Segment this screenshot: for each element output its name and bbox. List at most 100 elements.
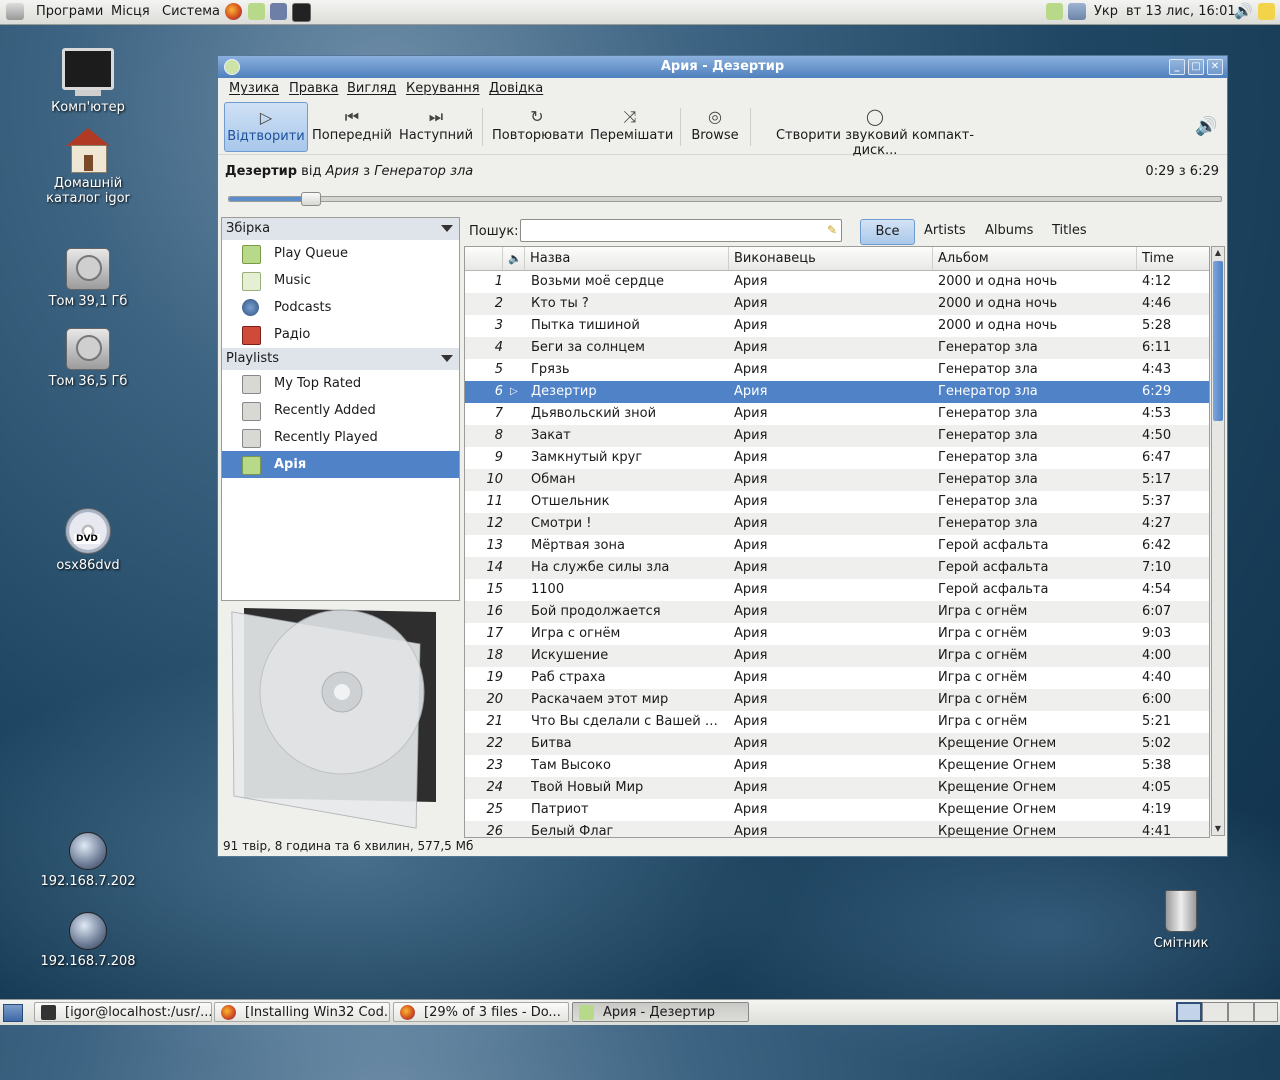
track-row[interactable]: 26 Белый Флаг Ария Крещение Огнем 4:41	[465, 821, 1209, 837]
menu-system[interactable]: Система	[162, 4, 220, 19]
seek-slider[interactable]	[228, 192, 1222, 206]
menu-applications[interactable]: Програми	[36, 4, 103, 19]
taskbar-item-rhythmbox[interactable]: Ария - Дезертир	[572, 1002, 749, 1022]
show-desktop-icon[interactable]	[3, 1004, 23, 1022]
track-row[interactable]: 25 Патриот Ария Крещение Огнем 4:19	[465, 799, 1209, 821]
track-row[interactable]: 3 Пытка тишиной Ария 2000 и одна ночь 5:28	[465, 315, 1209, 337]
keyboard-layout[interactable]: Укр	[1094, 4, 1118, 19]
track-row[interactable]: 8 Закат Ария Генератор зла 4:50	[465, 425, 1209, 447]
track-list-scrollbar[interactable]: ▲ ▼	[1211, 246, 1225, 836]
column-artist[interactable]: Виконавець	[729, 247, 933, 270]
track-row[interactable]: 5 Грязь Ария Генератор зла 4:43	[465, 359, 1209, 381]
desktop-icon-home[interactable]: Домашній каталог igor	[18, 128, 158, 206]
clear-search-icon[interactable]: ✎	[827, 223, 837, 237]
track-row[interactable]: 24 Твой Новый Мир Ария Крещение Огнем 4:05	[465, 777, 1209, 799]
track-row[interactable]: 18 Искушение Ария Игра с огнём 4:00	[465, 645, 1209, 667]
workspace-4[interactable]	[1254, 1002, 1278, 1022]
taskbar-item-firefox-1[interactable]: [Installing Win32 Cod...	[214, 1002, 390, 1022]
filter-titles-button[interactable]: Titles	[1046, 219, 1093, 243]
desktop-icon-computer[interactable]: Комп'ютер	[18, 48, 158, 115]
menu-view[interactable]: Вигляд	[347, 81, 396, 96]
desktop-icon-volume-2[interactable]: Том 36,5 Гб	[18, 328, 158, 389]
column-playing[interactable]: 🔈	[503, 247, 525, 270]
track-row[interactable]: 16 Бой продолжается Ария Игра с огнём 6:07	[465, 601, 1209, 623]
music-launcher-icon[interactable]	[248, 3, 265, 20]
scroll-down-arrow-icon[interactable]: ▼	[1212, 823, 1224, 835]
column-time[interactable]: Time	[1137, 247, 1209, 270]
firefox-launcher-icon[interactable]	[225, 3, 242, 20]
shuffle-button[interactable]: ⤨ Перемішати	[590, 102, 673, 150]
track-row[interactable]: 12 Смотри ! Ария Генератор зла 4:27	[465, 513, 1209, 535]
scroll-up-arrow-icon[interactable]: ▲	[1212, 247, 1224, 259]
window-titlebar[interactable]: Ария - Дезертир _ □ ✕	[218, 56, 1227, 78]
workspace-3[interactable]	[1228, 1002, 1254, 1022]
track-row[interactable]: 15 1100 Ария Герой асфальта 4:54	[465, 579, 1209, 601]
playlists-header[interactable]: Playlists	[222, 348, 459, 370]
launcher-icon[interactable]	[270, 3, 287, 20]
track-row[interactable]: 14 На службе силы зла Ария Герой асфальта 7:…	[465, 557, 1209, 579]
track-row[interactable]: 4 Беги за солнцем Ария Генератор зла 6:11	[465, 337, 1209, 359]
menu-help[interactable]: Довідка	[489, 81, 543, 96]
seek-handle[interactable]	[301, 192, 321, 206]
desktop-icon-trash[interactable]: Смітник	[1111, 890, 1251, 951]
column-album[interactable]: Альбом	[933, 247, 1137, 270]
desktop-icon-network-1[interactable]: 192.168.7.202	[18, 832, 158, 889]
play-button[interactable]: ▷ Відтворити	[224, 102, 308, 152]
track-row[interactable]: 11 Отшельник Ария Генератор зла 5:37	[465, 491, 1209, 513]
music-tray-icon[interactable]	[1046, 3, 1063, 20]
source-radio[interactable]: Радіо	[222, 321, 459, 348]
track-row[interactable]: 1 Возьми моё сердце Ария 2000 и одна ночь 4:…	[465, 271, 1209, 293]
track-row[interactable]: 7 Дьявольский зной Ария Генератор зла 4:53	[465, 403, 1209, 425]
menu-places[interactable]: Місця	[111, 4, 150, 19]
volume-button[interactable]: 🔊	[1195, 116, 1217, 137]
workspace-1[interactable]	[1176, 1002, 1202, 1022]
menu-edit[interactable]: Правка	[289, 81, 338, 96]
track-row[interactable]: 6 Дезертир Ария Генератор зла 6:29 ▷	[465, 381, 1209, 403]
track-row[interactable]: 10 Обман Ария Генератор зла 5:17	[465, 469, 1209, 491]
source-podcasts[interactable]: Podcasts	[222, 294, 459, 321]
column-number[interactable]	[465, 247, 503, 270]
playlist-aria[interactable]: Арія	[222, 451, 459, 478]
foot-menu-icon[interactable]	[6, 3, 24, 20]
browse-button[interactable]: ◎ Browse	[690, 102, 740, 150]
desktop-icon-network-2[interactable]: 192.168.7.208	[18, 912, 158, 969]
close-button[interactable]: ✕	[1207, 59, 1223, 75]
playlist-recently-played[interactable]: Recently Played	[222, 424, 459, 451]
track-row[interactable]: 9 Замкнутый круг Ария Генератор зла 6:47	[465, 447, 1209, 469]
track-row[interactable]: 17 Игра с огнём Ария Игра с огнём 9:03	[465, 623, 1209, 645]
terminal-launcher-icon[interactable]	[292, 3, 311, 22]
minimize-button[interactable]: _	[1169, 59, 1185, 75]
menu-control[interactable]: Керування	[406, 81, 480, 96]
source-music[interactable]: Music	[222, 267, 459, 294]
clock[interactable]: вт 13 лис, 16:01	[1126, 4, 1236, 19]
filter-artists-button[interactable]: Artists	[918, 219, 972, 243]
track-row[interactable]: 22 Битва Ария Крещение Огнем 5:02	[465, 733, 1209, 755]
burn-cd-button[interactable]: ◯ Створити звуковий компакт-диск...	[761, 102, 989, 158]
track-row[interactable]: 21 Что Вы сделали с Вашей ме… Ария Игра с о…	[465, 711, 1209, 733]
track-row[interactable]: 20 Раскачаем этот мир Ария Игра с огнём 6:00	[465, 689, 1209, 711]
track-row[interactable]: 13 Мёртвая зона Ария Герой асфальта 6:42	[465, 535, 1209, 557]
next-button[interactable]: ⏭ Наступний	[399, 102, 473, 150]
desktop-icon-dvd[interactable]: DVD osx86dvd	[18, 508, 158, 573]
filter-all-button[interactable]: Все	[860, 219, 915, 245]
taskbar-item-terminal[interactable]: [igor@localhost:/usr/...	[34, 1002, 212, 1022]
scrollbar-thumb[interactable]	[1213, 261, 1223, 421]
collapse-triangle-icon[interactable]	[441, 355, 453, 362]
collapse-triangle-icon[interactable]	[441, 225, 453, 232]
track-row[interactable]: 2 Кто ты ? Ария 2000 и одна ночь 4:46	[465, 293, 1209, 315]
search-input[interactable]: ✎	[520, 219, 842, 242]
maximize-button[interactable]: □	[1188, 59, 1204, 75]
repeat-button[interactable]: ↻ Повторювати	[492, 102, 584, 150]
library-header[interactable]: Збірка	[222, 218, 459, 240]
playlist-my-top-rated[interactable]: My Top Rated	[222, 370, 459, 397]
volume-icon[interactable]: 🔊	[1234, 2, 1253, 20]
source-play-queue[interactable]: Play Queue	[222, 240, 459, 267]
menu-music[interactable]: Музика	[229, 81, 279, 96]
app-icon[interactable]	[224, 59, 240, 75]
previous-button[interactable]: ⏮ Попередній	[311, 102, 393, 150]
notes-icon[interactable]	[1258, 3, 1275, 20]
track-row[interactable]: 23 Там Высоко Ария Крещение Огнем 5:38	[465, 755, 1209, 777]
playlist-recently-added[interactable]: Recently Added	[222, 397, 459, 424]
taskbar-item-firefox-2[interactable]: [29% of 3 files - Do...	[393, 1002, 569, 1022]
filter-albums-button[interactable]: Albums	[979, 219, 1039, 243]
